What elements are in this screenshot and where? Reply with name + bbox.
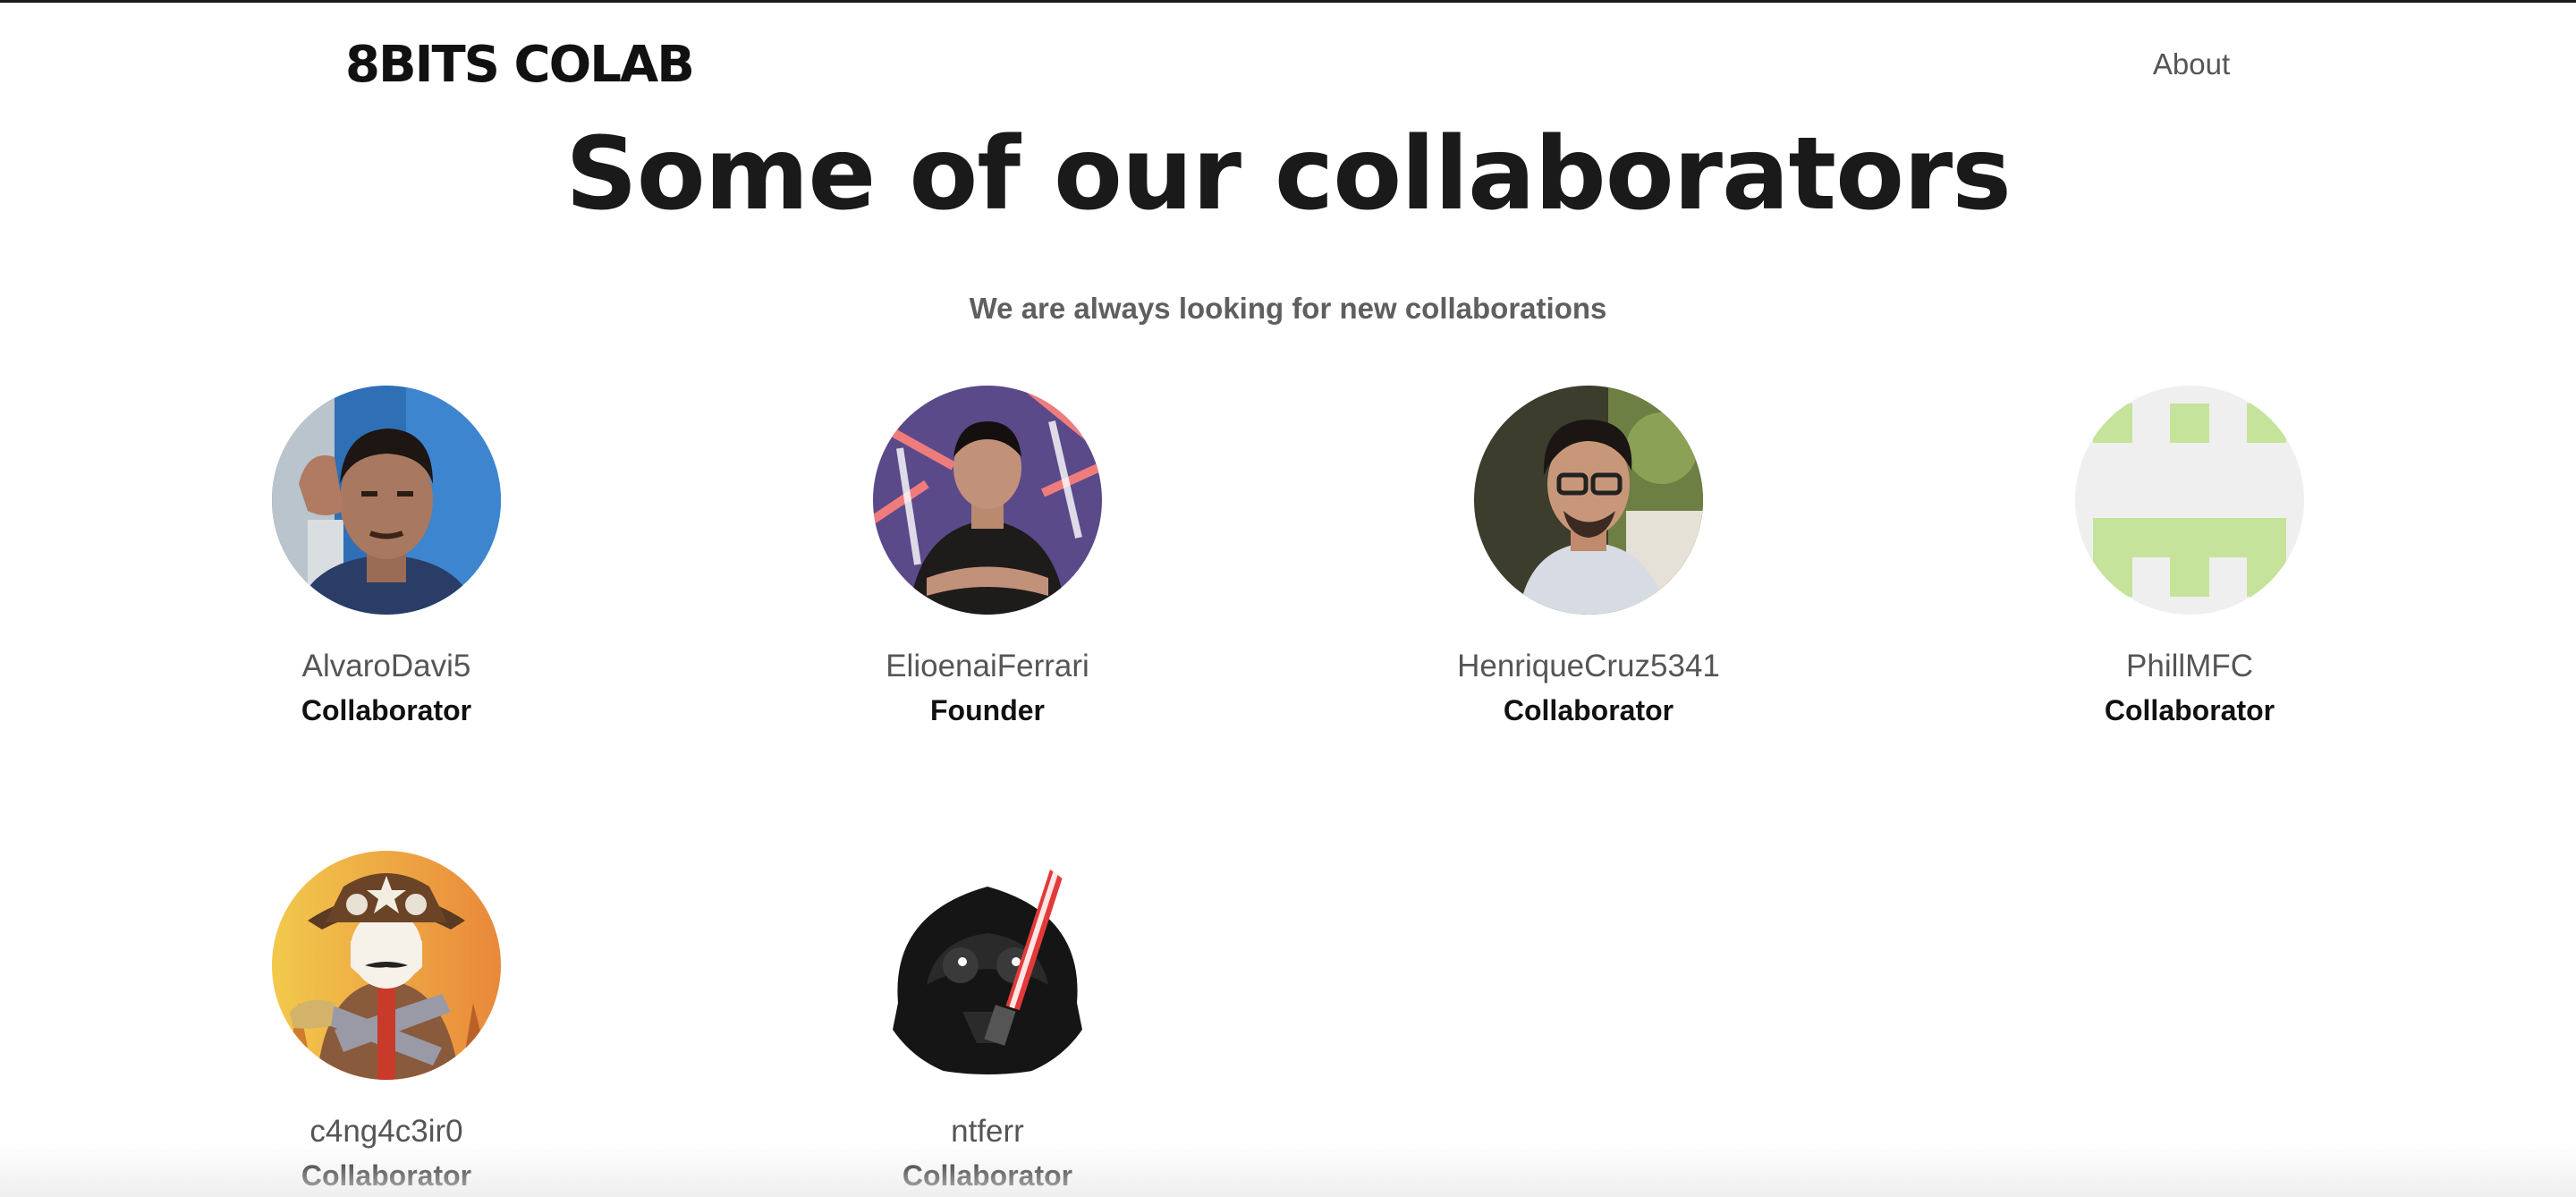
collaborator-name[interactable]: PhillMFC bbox=[1957, 647, 2422, 686]
nav-link-about[interactable]: About bbox=[2129, 42, 2254, 87]
collaborator-card: c4ng4c3ir0 Collaborator bbox=[154, 851, 619, 1194]
collaborator-card: ElioenaiFerrari Founder bbox=[755, 386, 1220, 729]
profile-photo-icon bbox=[873, 386, 1102, 615]
collaborator-role: Collaborator bbox=[902, 1159, 1073, 1192]
collaborator-role: Founder bbox=[930, 694, 1045, 726]
avatar[interactable] bbox=[272, 851, 501, 1080]
collaborator-name[interactable]: c4ng4c3ir0 bbox=[154, 1112, 619, 1151]
collaborator-card: PhillMFC Collaborator bbox=[1957, 386, 2422, 729]
avatar[interactable] bbox=[272, 386, 501, 615]
collaborator-card: AlvaroDavi5 Collaborator bbox=[154, 386, 619, 729]
collaborator-name[interactable]: ElioenaiFerrari bbox=[755, 647, 1220, 686]
brand-logo[interactable]: 8BITS COLAB bbox=[345, 30, 695, 101]
avatar[interactable] bbox=[2075, 386, 2304, 615]
collaborator-card: HenriqueCruz5341 Collaborator bbox=[1356, 386, 1821, 729]
profile-photo-icon bbox=[272, 386, 501, 615]
collaborator-role: Collaborator bbox=[2104, 694, 2275, 726]
avatar[interactable] bbox=[873, 851, 1102, 1080]
profile-photo-icon bbox=[1474, 386, 1703, 615]
collaborator-name[interactable]: HenriqueCruz5341 bbox=[1356, 647, 1821, 686]
collaborator-name[interactable]: ntferr bbox=[755, 1112, 1220, 1151]
page-title: Some of our collaborators bbox=[565, 116, 2012, 233]
collaborator-card: ntferr Collaborator bbox=[755, 851, 1220, 1194]
collaborator-role: Collaborator bbox=[301, 694, 472, 726]
page-subtitle: We are always looking for new collaborat… bbox=[969, 292, 1607, 325]
collaborator-name[interactable]: AlvaroDavi5 bbox=[154, 647, 619, 686]
identicon-icon bbox=[2075, 386, 2304, 615]
page: 8BITS COLAB About Some of our collaborat… bbox=[0, 0, 2576, 1197]
collaborator-role: Collaborator bbox=[301, 1159, 472, 1192]
darth-vader-icon bbox=[873, 851, 1102, 1080]
cangaceiro-mask-icon bbox=[272, 851, 501, 1080]
collaborator-role: Collaborator bbox=[1503, 694, 1674, 726]
avatar[interactable] bbox=[1474, 386, 1703, 615]
avatar[interactable] bbox=[873, 386, 1102, 615]
